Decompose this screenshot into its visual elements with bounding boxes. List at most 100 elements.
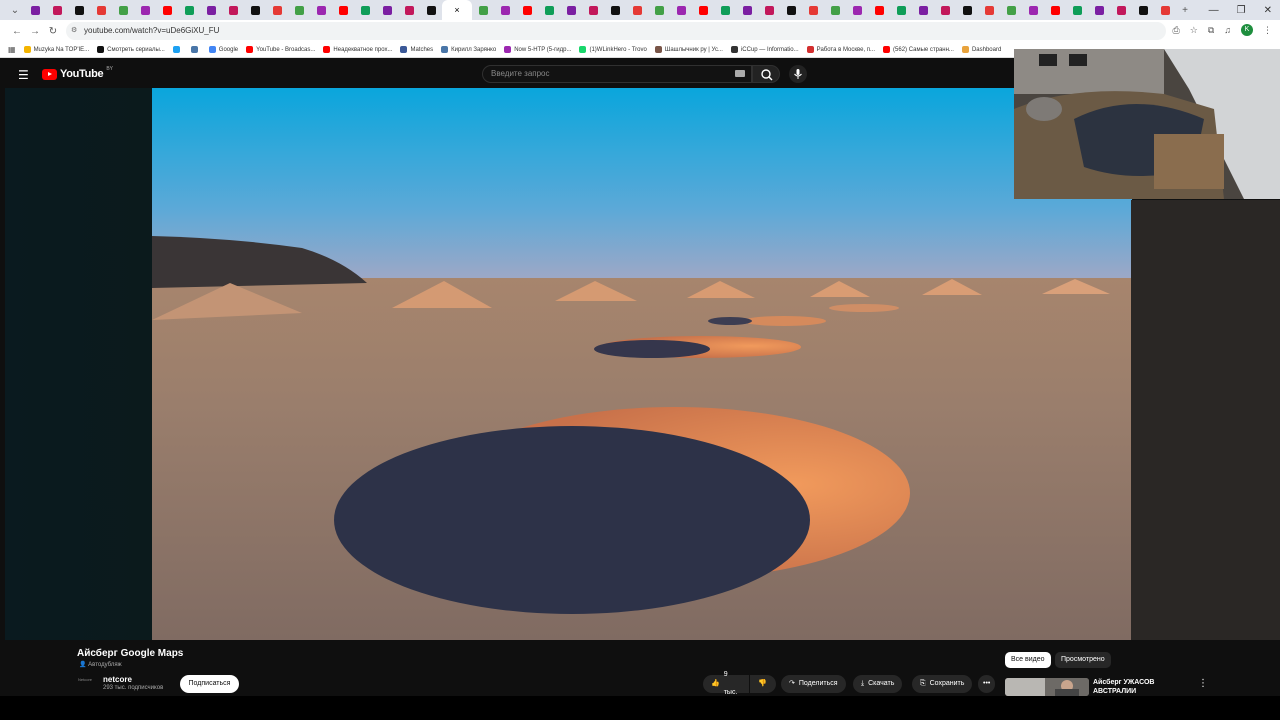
bookmark-item[interactable]: Muzyka Na TOP'IE... <box>23 46 89 53</box>
browser-tab[interactable] <box>824 0 846 20</box>
bookmark-item[interactable]: Неадекватное прох... <box>323 46 392 53</box>
browser-tab[interactable] <box>538 0 560 20</box>
browser-tab[interactable] <box>288 0 310 20</box>
bookmark-item[interactable]: Шашлычник ру | Ус... <box>654 46 723 53</box>
bookmark-item[interactable]: Now 5-HTP (5-гидр... <box>504 46 571 53</box>
install-app-icon[interactable]: ⎙ <box>1173 25 1180 36</box>
dislike-button[interactable]: 👎 <box>750 675 776 693</box>
bookmark-item[interactable]: Кирилл Зарянко <box>441 46 496 53</box>
browser-tab[interactable] <box>222 0 244 20</box>
browser-tab[interactable] <box>868 0 890 20</box>
recommended-more-icon[interactable]: ⋮ <box>1198 678 1208 689</box>
hamburger-menu-icon[interactable]: ☰ <box>18 68 29 82</box>
youtube-logo[interactable]: YouTube BY <box>42 66 113 80</box>
browser-tab[interactable] <box>310 0 332 20</box>
browser-tab[interactable] <box>46 0 68 20</box>
video-player[interactable] <box>152 88 1132 640</box>
subscribe-button[interactable]: Подписаться <box>180 675 239 693</box>
bookmark-item[interactable]: Работа в Москве, п... <box>806 46 875 53</box>
browser-tab[interactable]: × <box>442 0 472 20</box>
bookmark-item[interactable] <box>172 46 183 53</box>
bookmark-item[interactable]: (1)WLinkHero - Trovo <box>579 46 647 53</box>
browser-tab[interactable] <box>890 0 912 20</box>
browser-tab[interactable] <box>398 0 420 20</box>
browser-tab[interactable] <box>156 0 178 20</box>
browser-tab[interactable] <box>978 0 1000 20</box>
bookmark-item[interactable]: Matches <box>400 46 433 53</box>
browser-tab[interactable] <box>670 0 692 20</box>
more-actions-button[interactable]: ••• <box>978 675 996 693</box>
browser-tab[interactable] <box>1110 0 1132 20</box>
browser-tab[interactable] <box>90 0 112 20</box>
browser-tab[interactable] <box>846 0 868 20</box>
browser-tab[interactable] <box>244 0 266 20</box>
browser-tab[interactable] <box>758 0 780 20</box>
browser-tab[interactable] <box>736 0 758 20</box>
browser-tab[interactable] <box>376 0 398 20</box>
search-input[interactable]: Введите запрос <box>482 65 752 83</box>
browser-tab[interactable] <box>912 0 934 20</box>
bookmark-item[interactable]: Смотреть сериалы... <box>97 46 165 53</box>
browser-tab[interactable] <box>354 0 376 20</box>
browser-tab[interactable] <box>68 0 90 20</box>
browser-tab[interactable] <box>1154 0 1176 20</box>
media-control-icon[interactable]: ♫ <box>1224 25 1231 35</box>
tab-list-chevron-icon[interactable]: ⌄ <box>6 5 24 16</box>
browser-tab[interactable] <box>648 0 670 20</box>
back-icon[interactable]: ← <box>8 26 26 37</box>
bookmark-item[interactable]: Google <box>208 46 238 53</box>
browser-tab[interactable] <box>494 0 516 20</box>
profile-avatar[interactable]: K <box>1241 24 1253 36</box>
channel-avatar[interactable]: Netcore <box>78 677 98 687</box>
browser-tab[interactable] <box>1132 0 1154 20</box>
channel-name[interactable]: netcore <box>103 675 132 684</box>
browser-tab[interactable] <box>332 0 354 20</box>
forward-icon[interactable]: → <box>26 26 44 37</box>
bookmark-item[interactable]: iCCup — Informatio... <box>730 46 799 53</box>
browser-tab[interactable] <box>420 0 442 20</box>
browser-tab[interactable] <box>266 0 288 20</box>
extensions-icon[interactable]: ⧉ <box>1208 25 1214 36</box>
site-info-icon[interactable]: ⚙ <box>71 22 77 40</box>
minimize-icon[interactable]: — <box>1209 5 1219 16</box>
browser-tab[interactable] <box>956 0 978 20</box>
browser-tab[interactable] <box>178 0 200 20</box>
voice-search-button[interactable] <box>789 65 807 83</box>
restore-icon[interactable]: ❐ <box>1237 5 1246 16</box>
browser-menu-icon[interactable]: ⋮ <box>1263 25 1272 36</box>
bookmark-item[interactable]: Dashboard <box>961 46 1001 53</box>
browser-tab[interactable] <box>1022 0 1044 20</box>
bookmark-item[interactable] <box>190 46 201 53</box>
browser-tab[interactable] <box>560 0 582 20</box>
browser-tab[interactable] <box>472 0 494 20</box>
chip-watched[interactable]: Просмотрено <box>1055 652 1111 668</box>
browser-tab[interactable] <box>1066 0 1088 20</box>
bookmark-item[interactable]: YouTube - Broadcas... <box>246 46 315 53</box>
browser-tab[interactable] <box>692 0 714 20</box>
bookmark-star-icon[interactable]: ☆ <box>1190 25 1198 36</box>
keyboard-icon[interactable] <box>735 70 745 77</box>
share-button[interactable]: ↷ Поделиться <box>781 675 846 693</box>
browser-tab[interactable] <box>24 0 46 20</box>
browser-tab[interactable] <box>1088 0 1110 20</box>
browser-tab[interactable] <box>626 0 648 20</box>
browser-tab[interactable] <box>582 0 604 20</box>
browser-tab[interactable] <box>780 0 802 20</box>
search-button[interactable] <box>752 65 780 83</box>
browser-tab[interactable] <box>1044 0 1066 20</box>
like-button[interactable]: 👍 9 тыс. <box>703 671 749 696</box>
browser-tab[interactable] <box>134 0 156 20</box>
browser-tab[interactable] <box>1000 0 1022 20</box>
browser-tab[interactable] <box>516 0 538 20</box>
browser-tab[interactable] <box>802 0 824 20</box>
browser-tab[interactable] <box>934 0 956 20</box>
apps-grid-icon[interactable]: ▦ <box>8 45 16 54</box>
recommended-title[interactable]: Айсберг УЖАСОВ АВСТРАЛИИ <box>1093 678 1183 696</box>
download-button[interactable]: ⤓ Скачать <box>853 675 903 693</box>
save-button[interactable]: ⎘ Сохранить <box>912 675 973 693</box>
bookmark-item[interactable]: (562) Самые странн... <box>883 46 954 53</box>
chip-all-videos[interactable]: Все видео <box>1005 652 1051 668</box>
recommended-thumbnail[interactable] <box>1005 678 1089 696</box>
browser-tab[interactable] <box>112 0 134 20</box>
browser-tab[interactable] <box>200 0 222 20</box>
